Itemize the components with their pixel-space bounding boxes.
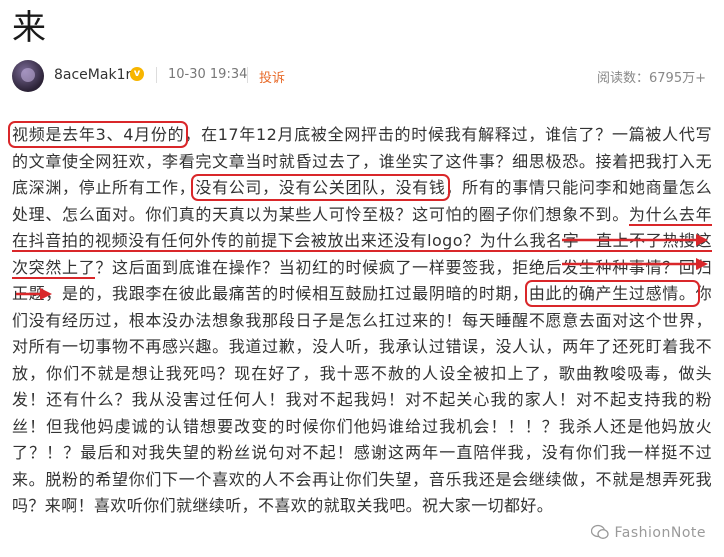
report-link[interactable]: 投诉: [259, 67, 285, 86]
divider: [156, 67, 157, 83]
annotation-arrow-icon: [16, 288, 52, 300]
text-segment: 你们没有经历过，根本没办法想象我那段日子是怎么扛过来的！每天睡醒不愿意去面对这个…: [12, 284, 712, 515]
post-title: 来: [12, 8, 46, 48]
author-name[interactable]: 8aceMak1r: [54, 67, 131, 83]
highlight-box: 视频是去年3、4月份的: [7, 121, 189, 148]
annotation-arrow-icon: [562, 258, 708, 270]
highlight-box: 由此的确产生过感情。: [524, 280, 700, 307]
highlight-box: 没有公司，没有公关团队，没有钱: [191, 174, 450, 201]
verified-badge-icon: v: [130, 67, 144, 81]
post-meta: 8aceMak1r v 10-30 19:34 投诉 阅读数：6795万+: [12, 58, 712, 94]
divider: [247, 67, 248, 83]
avatar[interactable]: [12, 60, 44, 92]
annotation-arrow-icon: [562, 234, 708, 246]
view-count: 阅读数：6795万+: [597, 71, 706, 86]
post-body: 视频是去年3、4月份的，在17年12月底被全网抨击的时候我有解释过，谁信了？一篇…: [7, 121, 712, 520]
watermark-text: FashionNote: [614, 525, 706, 541]
post-paragraph: 视频是去年3、4月份的，在17年12月底被全网抨击的时候我有解释过，谁信了？一篇…: [7, 121, 712, 520]
post-datetime: 10-30 19:34: [168, 67, 248, 82]
watermark: FashionNote: [590, 524, 706, 541]
wechat-icon: [590, 524, 609, 539]
